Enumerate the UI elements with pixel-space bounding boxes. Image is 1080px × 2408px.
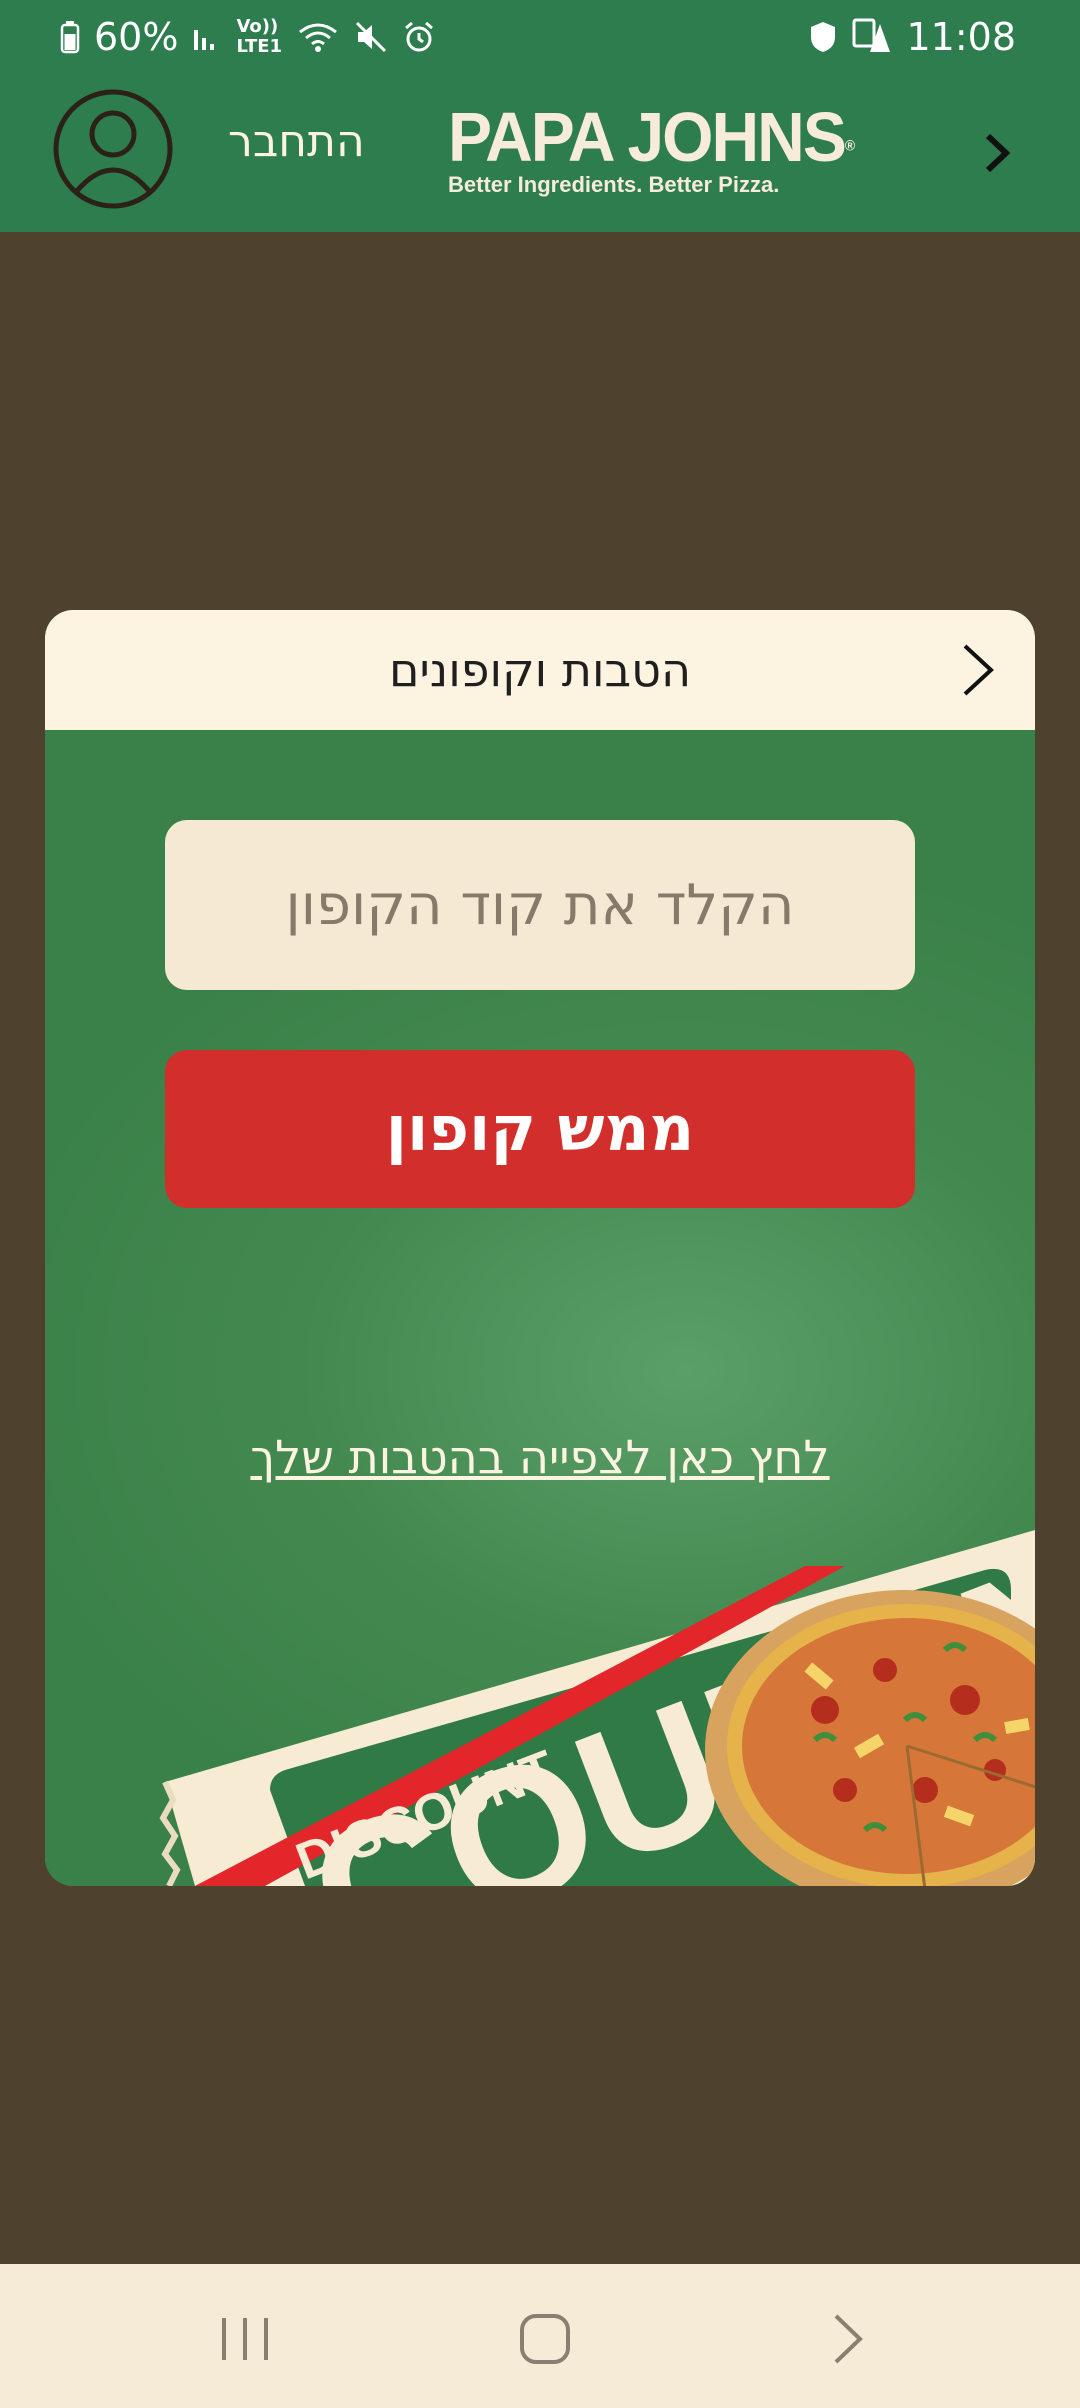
shield-icon	[808, 20, 838, 54]
login-button[interactable]: התחבר	[228, 116, 365, 167]
coupon-illustration: DISCOUNT COUPON	[45, 1270, 1035, 1886]
status-right: 11:08	[808, 0, 1016, 74]
clock: 11:08	[906, 15, 1016, 59]
battery-percent: 60%	[94, 15, 179, 59]
mute-icon	[354, 20, 388, 54]
status-bar: 60% Vo)) LTE1 11:08	[0, 0, 1080, 74]
home-icon[interactable]	[510, 2304, 580, 2374]
registered-mark: ®	[844, 137, 855, 154]
network-type: Vo)) LTE1	[236, 17, 282, 57]
signal-icon	[192, 22, 222, 52]
user-avatar-icon[interactable]	[52, 88, 174, 210]
wifi-icon	[296, 20, 340, 54]
battery-icon	[60, 20, 80, 54]
coupons-modal: הטבות וקופונים ממש קופון לחץ כאן לצפייה …	[45, 610, 1035, 1886]
system-nav-bar	[0, 2264, 1080, 2408]
logo-tagline: Better Ingredients. Better Pizza.	[448, 172, 780, 197]
papa-johns-logo: PAPA JOHNS® Better Ingredients. Better P…	[448, 102, 855, 204]
alarm-icon	[402, 20, 436, 54]
back-icon[interactable]	[812, 2304, 882, 2374]
logo-wordmark: PAPA JOHNS®	[448, 102, 855, 171]
status-left: 60% Vo)) LTE1	[60, 0, 436, 74]
logo-text: PAPA JOHNS	[448, 98, 847, 176]
modal-body: ממש קופון לחץ כאן לצפייה בהטבות שלך DISC…	[45, 730, 1035, 1886]
app-header: התחבר PAPA JOHNS® Better Ingredients. Be…	[0, 74, 1080, 232]
redeem-coupon-button[interactable]: ממש קופון	[165, 1050, 915, 1208]
lte-label: LTE1	[236, 36, 283, 57]
sim-tree-icon	[852, 18, 892, 56]
coupon-code-input[interactable]	[165, 820, 915, 990]
modal-header: הטבות וקופונים	[45, 610, 1035, 730]
recents-icon[interactable]	[210, 2304, 280, 2374]
modal-title: הטבות וקופונים	[388, 643, 692, 697]
volte-label: Vo))	[236, 16, 279, 37]
header-chevron-right-icon[interactable]	[980, 128, 1016, 178]
close-chevron-right-icon[interactable]	[955, 640, 999, 700]
